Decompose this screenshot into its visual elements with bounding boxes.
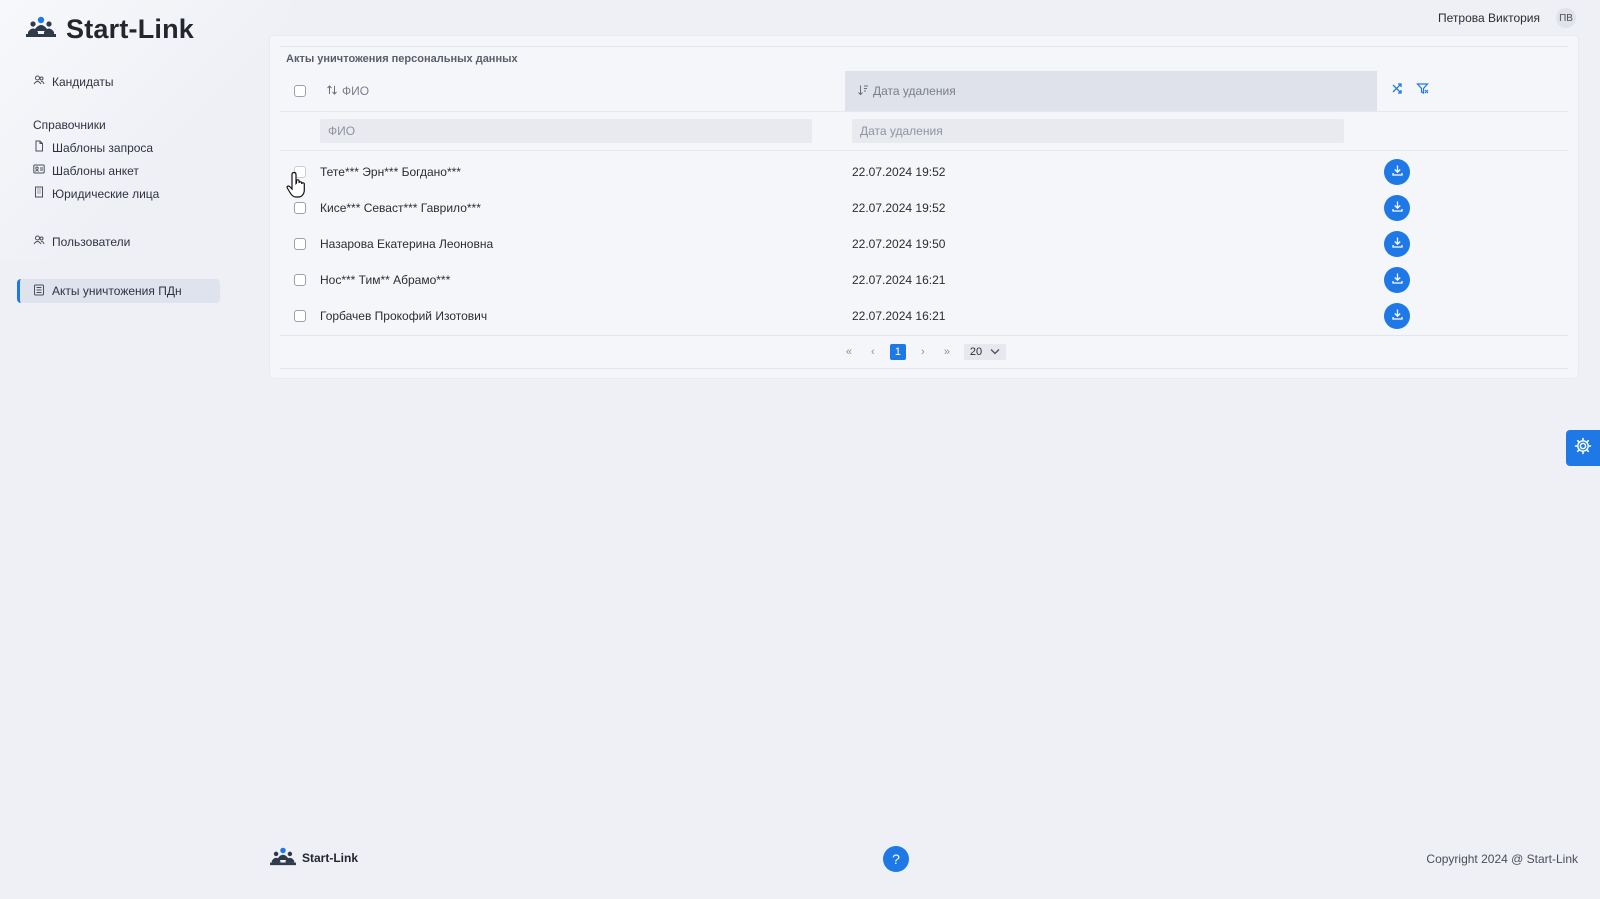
sort-icon [326, 84, 338, 99]
prev-page-icon[interactable]: ‹ [866, 346, 880, 358]
sidebar-item-users[interactable]: Пользователи [17, 230, 220, 253]
pagination: « ‹ 1 › » 20 [280, 335, 1568, 369]
column-label: Дата удаления [873, 84, 956, 98]
row-fio: Назарова Екатерина Леоновна [320, 237, 494, 251]
download-icon [1391, 200, 1404, 216]
app-title: Start-Link [66, 14, 195, 44]
row-checkbox[interactable] [294, 238, 306, 250]
footer-logo[interactable]: Start-Link [270, 847, 358, 869]
fio-filter-input[interactable] [320, 119, 812, 143]
select-all-checkbox[interactable] [294, 85, 306, 97]
chevron-down-icon [990, 346, 1000, 358]
team-logo-icon [270, 847, 296, 869]
id-card-icon [33, 163, 45, 178]
help-button[interactable]: ? [883, 846, 909, 872]
app-logo[interactable]: Start-Link [26, 14, 194, 45]
download-button[interactable] [1384, 303, 1410, 329]
hand-cursor-icon [286, 170, 312, 205]
sidebar-item-request-templates[interactable]: Шаблоны запроса [17, 136, 220, 159]
sidebar-item-label: Юридические лица [52, 186, 160, 201]
row-checkbox[interactable] [294, 310, 306, 322]
first-page-icon[interactable]: « [842, 346, 856, 358]
sidebar-section-references: Справочники [33, 117, 106, 132]
sidebar-item-label: Шаблоны анкет [52, 163, 139, 178]
page-size-value: 20 [969, 346, 983, 358]
download-button[interactable] [1384, 267, 1410, 293]
download-button[interactable] [1384, 159, 1410, 185]
table-row[interactable]: Тете*** Эрн*** Богдано*** 22.07.2024 19:… [280, 154, 1568, 190]
table-row[interactable]: Назарова Екатерина Леоновна 22.07.2024 1… [280, 226, 1568, 262]
sidebar-item-legal-entities[interactable]: Юридические лица [17, 182, 220, 205]
copyright: Copyright 2024 @ Start-Link [1426, 852, 1578, 866]
user-name: Петрова Виктория [1438, 11, 1540, 25]
sidebar-item-label: Шаблоны запроса [52, 140, 154, 155]
table-row[interactable]: Кисе*** Севаст*** Гаврило*** 22.07.2024 … [280, 190, 1568, 226]
download-icon [1391, 272, 1404, 288]
column-header-fio[interactable]: ФИО [320, 71, 845, 111]
column-header-date[interactable]: Дата удаления [845, 71, 1377, 111]
row-fio: Горбачев Прокофий Изотович [320, 309, 488, 323]
row-fio: Нос*** Тим** Абрамо*** [320, 273, 451, 287]
next-page-icon[interactable]: › [916, 346, 930, 358]
footer-brand: Start-Link [302, 851, 359, 865]
row-date: 22.07.2024 19:52 [852, 165, 946, 179]
reset-sort-icon[interactable] [1391, 82, 1404, 100]
filter-row [280, 112, 1568, 151]
user-menu[interactable]: Петрова Виктория ПВ [1438, 8, 1576, 28]
clear-filter-icon[interactable] [1416, 82, 1429, 100]
table-body: Тете*** Эрн*** Богдано*** 22.07.2024 19:… [280, 151, 1568, 334]
last-page-icon[interactable]: » [940, 346, 954, 358]
main-card: Акты уничтожения персональных данных ФИО… [270, 36, 1578, 378]
page-size-select[interactable]: 20 [963, 344, 1007, 360]
page-title: Акты уничтожения персональных данных [286, 53, 518, 65]
table-header: ФИО Дата удаления [280, 71, 1568, 112]
row-date: 22.07.2024 19:52 [852, 201, 946, 215]
row-date: 22.07.2024 16:21 [852, 309, 946, 323]
team-logo-icon [26, 16, 56, 43]
sidebar-item-form-templates[interactable]: Шаблоны анкет [17, 159, 220, 182]
users-icon [33, 74, 45, 89]
download-button[interactable] [1384, 195, 1410, 221]
list-document-icon [33, 284, 45, 299]
sidebar-item-label: Кандидаты [52, 74, 114, 89]
sidebar-item-destruction-acts[interactable]: Акты уничтожения ПДн [17, 279, 220, 303]
row-fio: Кисе*** Севаст*** Гаврило*** [320, 201, 481, 215]
table-row[interactable]: Горбачев Прокофий Изотович 22.07.2024 16… [280, 298, 1568, 334]
date-filter-input[interactable] [852, 119, 1344, 143]
settings-button[interactable] [1566, 430, 1600, 466]
download-icon [1391, 308, 1404, 324]
download-icon [1391, 236, 1404, 252]
table-row[interactable]: Нос*** Тим** Абрамо*** 22.07.2024 16:21 [280, 262, 1568, 298]
document-icon [33, 140, 45, 155]
header-actions [1377, 71, 1568, 111]
sidebar-item-label: Пользователи [52, 234, 131, 249]
sidebar-nav: Кандидаты Справочники Шаблоны запроса Ша… [17, 70, 220, 303]
row-checkbox[interactable] [294, 274, 306, 286]
users-icon [33, 234, 45, 249]
row-fio: Тете*** Эрн*** Богдано*** [320, 165, 461, 179]
table-container: Акты уничтожения персональных данных ФИО… [280, 46, 1568, 369]
download-button[interactable] [1384, 231, 1410, 257]
row-date: 22.07.2024 19:50 [852, 237, 946, 251]
current-page[interactable]: 1 [889, 344, 906, 360]
download-icon [1391, 164, 1404, 180]
column-label: ФИО [342, 84, 370, 98]
sidebar-item-label: Акты уничтожения ПДн [52, 284, 182, 298]
row-date: 22.07.2024 16:21 [852, 273, 946, 287]
sidebar-item-candidates[interactable]: Кандидаты [17, 70, 220, 93]
sort-descending-icon [857, 84, 869, 99]
gear-icon [1574, 437, 1592, 460]
building-icon [33, 186, 45, 201]
select-all-cell [280, 71, 320, 111]
avatar[interactable]: ПВ [1556, 8, 1576, 28]
